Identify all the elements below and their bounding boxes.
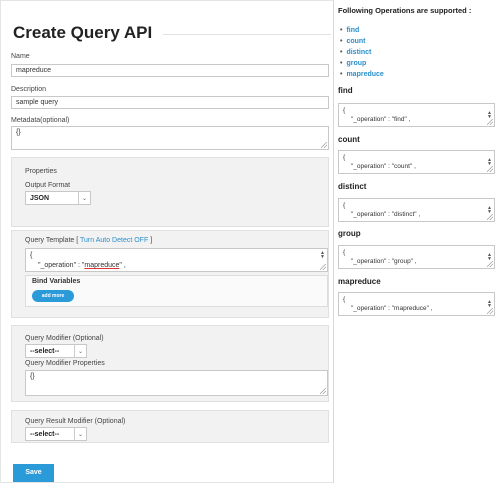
operations-list: find count distinct group mapreduce bbox=[340, 25, 384, 80]
operations-heading: Following Operations are supported : bbox=[338, 6, 472, 15]
create-query-form: Create Query API Name mapreduce Descript… bbox=[0, 0, 334, 483]
save-button[interactable]: Save bbox=[13, 464, 54, 482]
properties-panel: Properties Output Format JSON ⌄ bbox=[11, 157, 329, 227]
output-format-select[interactable]: JSON ⌄ bbox=[25, 191, 91, 205]
query-modifier-properties-field[interactable]: {} bbox=[25, 370, 328, 396]
sample-distinct-field[interactable]: { "_operation" : "distinct" , ▲ ▼ bbox=[338, 198, 495, 222]
query-modifier-properties-label: Query Modifier Properties bbox=[25, 360, 105, 367]
query-result-modifier-panel: Query Result Modifier (Optional) --selec… bbox=[11, 410, 329, 443]
query-template-panel: Query Template [ Turn Auto Detect OFF ] … bbox=[11, 230, 329, 318]
query-template-field[interactable]: { "_operation" : "mapreduce" , ▲ ▼ bbox=[25, 248, 328, 272]
query-result-modifier-label: Query Result Modifier (Optional) bbox=[25, 418, 126, 425]
sample-title-distinct: distinct bbox=[338, 182, 367, 191]
metadata-label: Metadata(optional) bbox=[11, 117, 70, 124]
description-field[interactable]: sample query bbox=[11, 96, 329, 109]
output-format-label: Output Format bbox=[25, 182, 71, 189]
bind-variables-title: Bind Variables bbox=[32, 278, 81, 285]
resize-grip-icon[interactable] bbox=[320, 264, 326, 270]
operation-link-find[interactable]: find bbox=[340, 25, 384, 36]
operation-link-count[interactable]: count bbox=[340, 36, 384, 47]
resize-grip-icon[interactable] bbox=[487, 214, 493, 220]
spinner-icon[interactable]: ▲ ▼ bbox=[487, 158, 492, 167]
operation-link-mapreduce[interactable]: mapreduce bbox=[340, 69, 383, 80]
sample-find-field[interactable]: { "_operation" : "find" , ▲ ▼ bbox=[338, 103, 495, 127]
bind-variables-box: Bind Variables add more bbox=[25, 275, 328, 307]
metadata-field[interactable]: {} bbox=[11, 126, 329, 150]
resize-grip-icon[interactable] bbox=[487, 166, 493, 172]
title-divider bbox=[163, 34, 331, 35]
sample-title-group: group bbox=[338, 229, 361, 238]
chevron-down-icon: ⌄ bbox=[78, 192, 90, 204]
page-title: Create Query API bbox=[13, 23, 153, 42]
sample-count-field[interactable]: { "_operation" : "count" , ▲ ▼ bbox=[338, 150, 495, 174]
query-result-modifier-value: --select-- bbox=[30, 430, 60, 438]
spinner-icon[interactable]: ▲ ▼ bbox=[487, 300, 492, 309]
resize-grip-icon[interactable] bbox=[320, 388, 326, 394]
query-template-label: Query Template [ Turn Auto Detect OFF ] bbox=[25, 237, 153, 244]
properties-title: Properties bbox=[25, 168, 57, 175]
operation-link-group[interactable]: group bbox=[340, 58, 384, 69]
name-field[interactable]: mapreduce bbox=[11, 64, 329, 77]
output-format-value: JSON bbox=[30, 194, 50, 202]
sample-mapreduce-field[interactable]: { "_operation" : "mapreduce" , ▲ ▼ bbox=[338, 292, 495, 316]
resize-grip-icon[interactable] bbox=[321, 142, 327, 148]
turn-auto-detect-link[interactable]: Turn Auto Detect OFF bbox=[80, 237, 148, 244]
sample-title-mapreduce: mapreduce bbox=[338, 277, 381, 286]
spinner-icon[interactable]: ▲ ▼ bbox=[487, 253, 492, 262]
spinner-icon[interactable]: ▲ ▼ bbox=[487, 206, 492, 215]
query-modifier-label: Query Modifier (Optional) bbox=[25, 335, 104, 342]
resize-grip-icon[interactable] bbox=[487, 261, 493, 267]
spinner-icon[interactable]: ▲ ▼ bbox=[320, 251, 325, 260]
resize-grip-icon[interactable] bbox=[487, 119, 493, 125]
operations-sidebar: Following Operations are supported : fin… bbox=[338, 0, 495, 483]
chevron-down-icon: ⌄ bbox=[74, 428, 86, 440]
resize-grip-icon[interactable] bbox=[487, 308, 493, 314]
query-modifier-select[interactable]: --select-- ⌄ bbox=[25, 344, 87, 358]
operation-link-distinct[interactable]: distinct bbox=[340, 47, 384, 58]
add-more-button[interactable]: add more bbox=[32, 290, 74, 302]
sample-title-count: count bbox=[338, 135, 360, 144]
description-label: Description bbox=[11, 86, 47, 93]
query-result-modifier-select[interactable]: --select-- ⌄ bbox=[25, 427, 87, 441]
metadata-value: {} bbox=[16, 129, 21, 136]
spinner-icon[interactable]: ▲ ▼ bbox=[487, 111, 492, 120]
query-modifier-panel: Query Modifier (Optional) --select-- ⌄ Q… bbox=[11, 325, 329, 402]
name-label: Name bbox=[11, 53, 30, 60]
query-modifier-value: --select-- bbox=[30, 347, 60, 355]
query-modifier-properties-value: {} bbox=[30, 373, 35, 380]
sample-group-field[interactable]: { "_operation" : "group" , ▲ ▼ bbox=[338, 245, 495, 269]
sample-title-find: find bbox=[338, 86, 353, 95]
chevron-down-icon: ⌄ bbox=[74, 345, 86, 357]
